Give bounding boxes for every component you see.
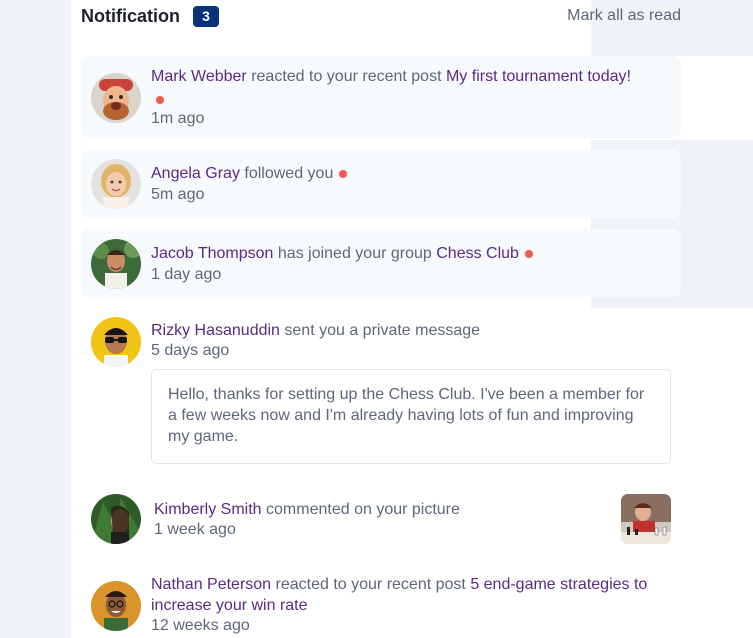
notification-item[interactable]: Nathan Peterson reacted to your recent p… <box>81 565 681 638</box>
notification-item[interactable]: Jacob Thompson has joined your group Che… <box>81 229 681 297</box>
notification-text: Nathan Peterson reacted to your recent p… <box>151 574 676 616</box>
post-link[interactable]: My first tournament today! <box>446 68 631 85</box>
private-message-preview[interactable]: Hello, thanks for setting up the Chess C… <box>151 369 671 464</box>
chess-picture-thumbnail-icon[interactable] <box>621 494 671 544</box>
notification-text: Mark Webber reacted to your recent post … <box>151 66 676 87</box>
unread-count-badge: 3 <box>193 6 219 27</box>
user-name-link[interactable]: Nathan Peterson <box>151 576 271 593</box>
action-text: reacted to your recent post <box>251 68 442 85</box>
avatar-angela-gray-icon[interactable] <box>91 159 141 209</box>
timestamp: 1m ago <box>151 110 205 127</box>
notification-text: Kimberly Smith commented on your picture <box>154 499 614 520</box>
notification-text: Angela Gray followed you <box>151 163 676 184</box>
timestamp: 1 week ago <box>154 521 236 538</box>
mark-all-as-read-button[interactable]: Mark all as read <box>567 7 681 25</box>
unread-indicator-dot <box>339 169 348 178</box>
user-name-link[interactable]: Rizky Hasanuddin <box>151 322 280 339</box>
user-name-link[interactable]: Angela Gray <box>151 165 240 182</box>
group-link[interactable]: Chess Club <box>436 245 519 262</box>
notifications-header: Notification 3 Mark all as read <box>81 4 681 28</box>
user-name-link[interactable]: Kimberly Smith <box>154 501 262 518</box>
action-text: followed you <box>244 165 334 182</box>
action-text: reacted to your recent post <box>275 576 466 593</box>
notification-item[interactable]: Rizky Hasanuddin sent you a private mess… <box>81 309 681 473</box>
timestamp: 1 day ago <box>151 266 222 283</box>
avatar-nathan-peterson-icon[interactable] <box>91 581 141 631</box>
notification-text: Jacob Thompson has joined your group Che… <box>151 243 676 264</box>
avatar-rizky-hasanuddin-icon[interactable] <box>91 317 141 367</box>
avatar-kimberly-smith-icon[interactable] <box>91 494 141 544</box>
avatar-jacob-thompson-icon[interactable] <box>91 239 141 289</box>
notification-text: Rizky Hasanuddin sent you a private mess… <box>151 320 676 341</box>
avatar-mark-webber-icon[interactable] <box>91 73 141 123</box>
unread-indicator-dot <box>524 249 533 258</box>
timestamp: 5 days ago <box>151 342 230 359</box>
action-text: sent you a private message <box>284 322 481 339</box>
action-text: commented on your picture <box>266 501 460 518</box>
user-name-link[interactable]: Jacob Thompson <box>151 245 273 262</box>
notification-item[interactable]: Mark Webber reacted to your recent post … <box>81 56 681 138</box>
notification-item[interactable]: Angela Gray followed you 5m ago <box>81 150 681 218</box>
user-name-link[interactable]: Mark Webber <box>151 68 247 85</box>
page-title: Notification <box>81 6 180 26</box>
unread-indicator-dot <box>156 96 164 104</box>
notification-item[interactable]: Kimberly Smith commented on your picture… <box>81 484 681 554</box>
timestamp: 5m ago <box>151 186 205 203</box>
timestamp: 12 weeks ago <box>151 617 250 634</box>
action-text: has joined your group <box>277 245 432 262</box>
